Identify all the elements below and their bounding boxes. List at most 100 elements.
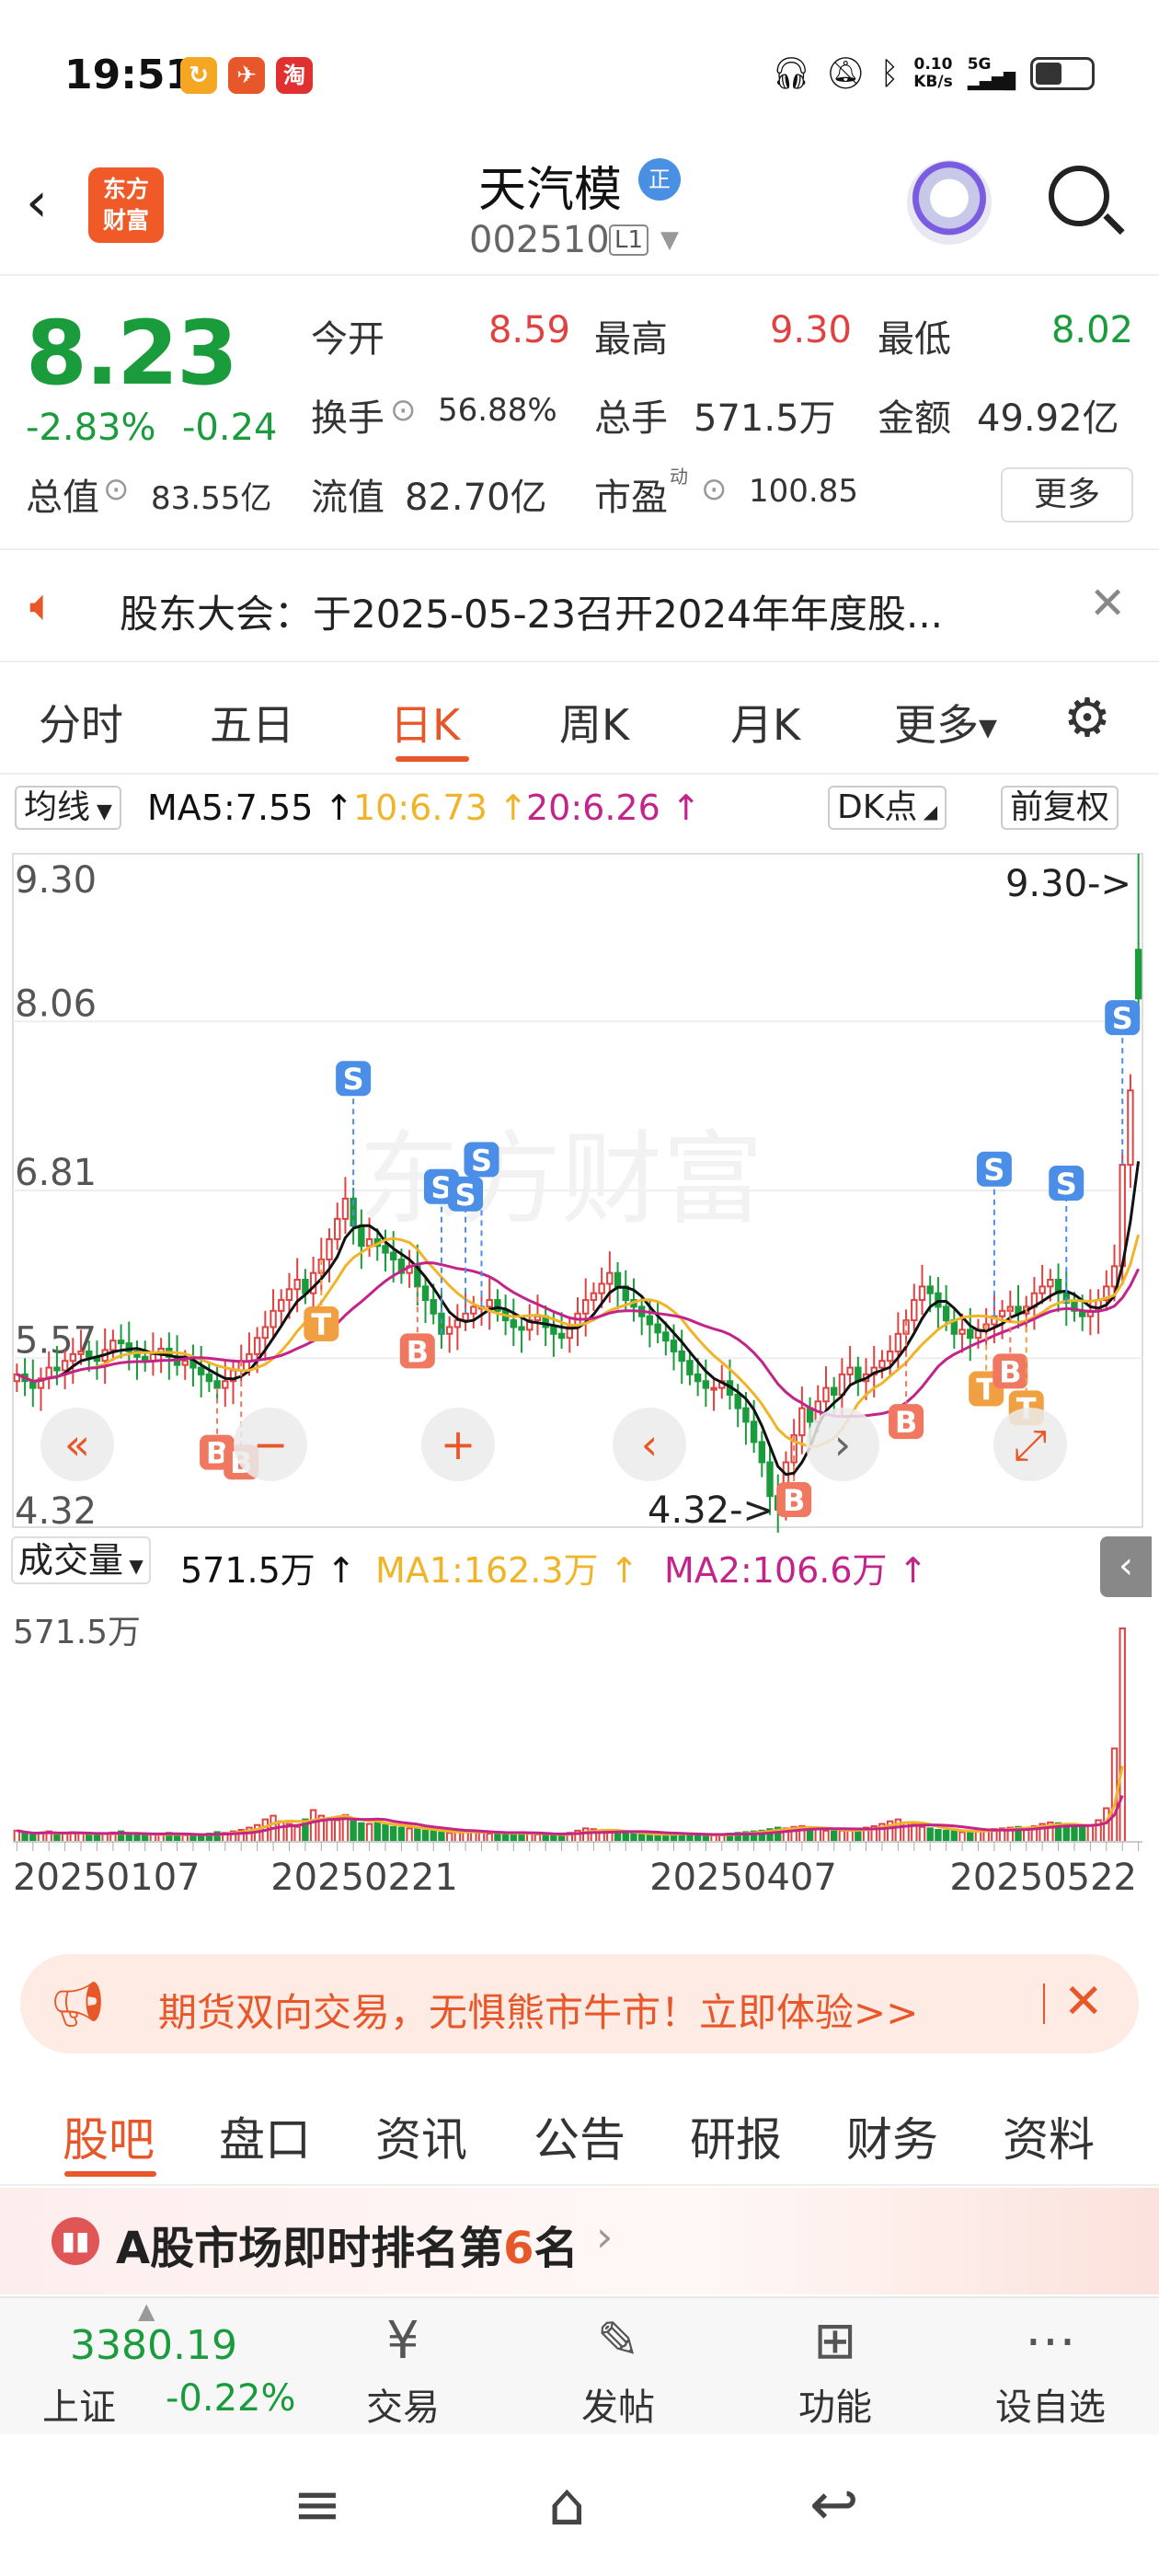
dk-points-selector[interactable]: DK点 ◢	[828, 786, 947, 830]
adjust-selector[interactable]: 前复权	[1001, 786, 1119, 830]
open-value: 8.59	[488, 309, 570, 351]
trade-button[interactable]: ¥ 交易	[329, 2309, 476, 2431]
volume-bar	[622, 1832, 629, 1843]
tab-profile[interactable]: 资料	[1003, 2103, 1095, 2169]
code-dropdown-icon[interactable]: ▼	[660, 226, 679, 254]
gear-icon[interactable]: ⚙	[1063, 690, 1111, 745]
low-label: 最低	[878, 318, 951, 361]
back-arrow-icon[interactable]: ‹	[26, 175, 48, 230]
volume-bar	[334, 1819, 341, 1844]
chevron-right-icon[interactable]: ›	[596, 2212, 613, 2261]
candle-body	[614, 1271, 622, 1288]
functions-button[interactable]: ⊞ 功能	[762, 2309, 909, 2431]
fullscreen-icon[interactable]: ⤢	[993, 1408, 1067, 1481]
volume-bar	[86, 1833, 93, 1843]
candle-body	[534, 1315, 542, 1322]
volume-indicator-selector[interactable]: 成交量 ▼	[11, 1536, 151, 1584]
volume-bar	[958, 1831, 966, 1843]
volume-bar	[494, 1833, 501, 1843]
search-icon[interactable]	[1049, 166, 1109, 226]
ad-banner[interactable]: 📢︎ 期货双向交易，无惧熊市牛市！立即体验>> ✕	[20, 1954, 1139, 2053]
tab-pankou[interactable]: 盘口	[219, 2103, 311, 2169]
volume-bar	[814, 1828, 821, 1844]
tab-finance[interactable]: 财务	[846, 2103, 938, 2169]
volume-bar	[838, 1829, 846, 1844]
candle-body	[69, 1352, 77, 1363]
volume-bar	[93, 1834, 101, 1843]
pe-value: 100.85	[749, 473, 858, 510]
tab-more[interactable]: 更多▼	[894, 692, 997, 753]
zoom-in-button[interactable]: +	[421, 1408, 495, 1481]
volume-bar	[1078, 1826, 1086, 1844]
kline-svg[interactable]: 9.308.066.815.574.32东方财富BBTSBSSSBBTSBTSS…	[0, 837, 1159, 1932]
info-icon[interactable]: ⊙	[701, 471, 728, 508]
volume-bar	[365, 1823, 373, 1843]
tab-guba[interactable]: 股吧	[63, 2103, 155, 2169]
candle-body	[894, 1332, 902, 1352]
signal-letter: B	[895, 1405, 917, 1440]
candle-body	[486, 1299, 493, 1308]
notice-bar[interactable]: 🔈︎ 股东大会：于2025-05-23召开2024年年度股... ✕	[0, 552, 1159, 662]
close-icon[interactable]: ✕	[1089, 578, 1126, 629]
candle-body	[86, 1350, 93, 1358]
info-icon[interactable]: ⊙	[390, 392, 417, 429]
scroll-left-button[interactable]: ‹	[613, 1408, 686, 1481]
tab-daily-k[interactable]: 日K	[390, 692, 460, 753]
index-change[interactable]: -0.22%	[166, 2377, 296, 2420]
tab-five-day[interactable]: 五日	[210, 692, 294, 753]
candle-body	[117, 1340, 125, 1345]
ai-assistant-avatar[interactable]	[907, 160, 992, 245]
scroll-start-button[interactable]: «	[40, 1408, 114, 1481]
volume-bar	[453, 1831, 462, 1843]
volume-bar	[125, 1833, 132, 1843]
kline-chart[interactable]: 9.308.066.815.574.32东方财富BBTSBSSSBBTSBTSS…	[0, 837, 1159, 1932]
candle-body	[670, 1340, 678, 1352]
signal-letter: S	[343, 1062, 364, 1097]
total-cap-value: 83.55亿	[151, 480, 272, 517]
volume-bar	[414, 1828, 421, 1844]
volume-bar	[61, 1833, 69, 1843]
back-icon[interactable]: ↩	[809, 2471, 859, 2539]
info-icon[interactable]: ⊙	[103, 471, 130, 508]
tab-announcements[interactable]: 公告	[534, 2103, 625, 2169]
indicator-selector[interactable]: 均线 ▼	[15, 786, 121, 830]
tab-monthly-k[interactable]: 月K	[730, 692, 800, 753]
menu-icon[interactable]: ≡	[293, 2471, 342, 2539]
index-value[interactable]: 3380.19	[70, 2322, 237, 2369]
candle-body	[598, 1282, 605, 1294]
candle-body	[590, 1292, 598, 1302]
stock-code: 002510	[469, 219, 610, 261]
price-axis-label: 6.81	[15, 1152, 97, 1194]
candle-body	[926, 1285, 934, 1294]
expand-up-icon[interactable]: ▲	[138, 2298, 155, 2324]
candle-body	[1047, 1279, 1054, 1288]
close-icon[interactable]: ✕	[1063, 1974, 1104, 2030]
zoom-out-button[interactable]: −	[234, 1408, 307, 1481]
date-axis-label: 20250221	[270, 1857, 458, 1899]
mute-bell-icon: 🔕︎	[825, 55, 866, 92]
ad-text[interactable]: 期货双向交易，无惧熊市牛市！立即体验>>	[158, 1982, 918, 2038]
add-watchlist-button[interactable]: ⋯ 设自选	[977, 2309, 1124, 2431]
market-ranking[interactable]: ▮▮ A股市场即时排名第6名 ›	[0, 2188, 1159, 2294]
tab-news[interactable]: 资讯	[375, 2103, 467, 2169]
index-name[interactable]: 上证	[42, 2377, 116, 2431]
home-icon[interactable]: ⌂	[548, 2471, 586, 2539]
tab-research[interactable]: 研报	[690, 2103, 782, 2169]
post-button[interactable]: ✎ 发帖	[545, 2309, 692, 2431]
volume-bar	[430, 1830, 437, 1844]
candle-body	[750, 1420, 758, 1443]
scroll-right-button[interactable]: ›	[806, 1408, 879, 1481]
tab-intraday[interactable]: 分时	[39, 692, 123, 753]
tab-weekly-k[interactable]: 周K	[559, 692, 629, 753]
candle-body	[261, 1326, 270, 1340]
notice-text[interactable]: 股东大会：于2025-05-23召开2024年年度股...	[120, 583, 943, 639]
eastmoney-logo[interactable]: 东方 财富	[88, 167, 164, 243]
more-quote-button[interactable]: 更多	[1001, 467, 1133, 523]
candle-body	[1110, 1265, 1119, 1288]
collapse-panel-button[interactable]: ‹	[1100, 1536, 1152, 1597]
enterprise-badge-icon: 正	[638, 158, 681, 201]
candle-body	[710, 1386, 717, 1391]
more-dots-icon: ⋯	[1025, 2311, 1076, 2371]
signal-letter: S	[983, 1153, 1004, 1188]
volume-bar	[53, 1833, 61, 1843]
